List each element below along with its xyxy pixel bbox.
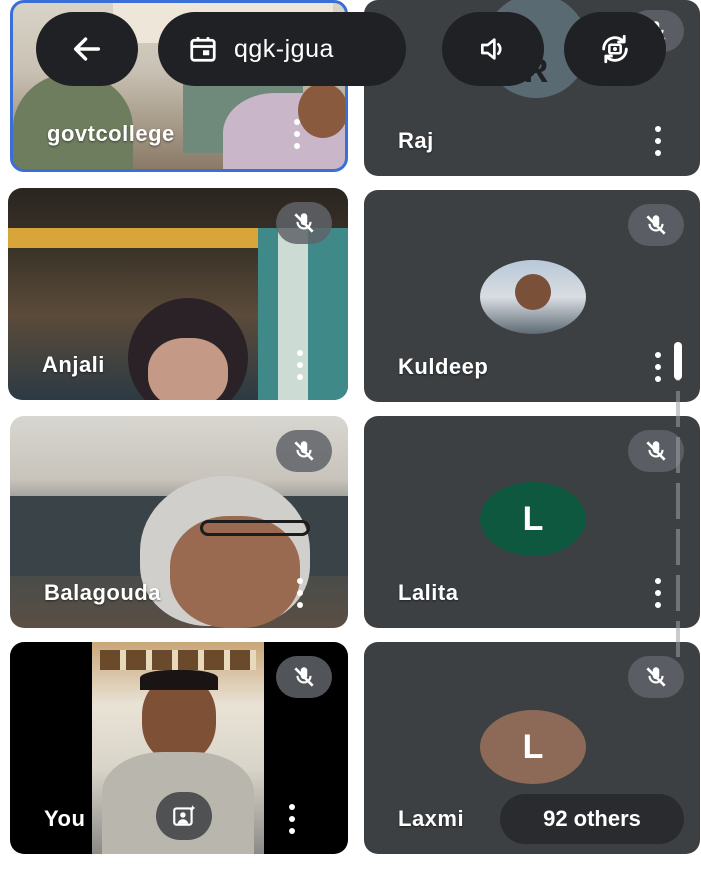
more-options-icon[interactable] [291, 119, 303, 149]
avatar-letter: L [522, 727, 544, 766]
avatar: L [480, 482, 586, 556]
avatar [480, 260, 586, 334]
mic-off-icon [276, 656, 332, 698]
more-options-icon[interactable] [652, 352, 664, 382]
participant-name: Raj [398, 128, 434, 153]
participant-name: Laxmi [398, 806, 465, 831]
tile-kuldeep[interactable]: Kuldeep [364, 190, 700, 402]
avatar-letter: L [522, 499, 544, 538]
meet-stage: govtcollege R Raj Anjali [0, 0, 701, 871]
participant-name: Balagouda [44, 580, 161, 605]
participant-name: govtcollege [47, 121, 175, 146]
more-options-icon[interactable] [294, 578, 306, 608]
scrollbar-track[interactable] [676, 345, 680, 665]
arrow-left-icon [73, 37, 101, 61]
more-options-icon[interactable] [294, 350, 306, 380]
meeting-code: qgk-jgua [234, 34, 334, 63]
participant-name: Lalita [398, 580, 459, 605]
tile-lalita[interactable]: L Lalita [364, 416, 700, 628]
meeting-info-button[interactable]: qgk-jgua [158, 12, 406, 86]
tile-self[interactable]: You [10, 642, 348, 854]
more-options-icon[interactable] [652, 126, 664, 156]
avatar: L [480, 710, 586, 784]
calendar-icon [190, 37, 216, 62]
effects-button[interactable] [156, 792, 212, 840]
tile-balagouda[interactable]: Balagouda [10, 416, 348, 628]
speaker-icon [481, 38, 502, 60]
mic-off-icon [276, 202, 332, 244]
participant-name: You [44, 806, 86, 831]
mic-off-icon [276, 430, 332, 472]
participant-name: Anjali [42, 352, 105, 377]
more-options-icon[interactable] [652, 578, 664, 608]
more-options-icon[interactable] [286, 804, 298, 834]
scrollbar-thumb[interactable] [674, 342, 682, 380]
effects-icon [173, 805, 196, 826]
tile-anjali[interactable]: Anjali [8, 188, 348, 400]
camera-flip-icon [602, 34, 628, 64]
mic-off-icon [628, 204, 684, 246]
switch-camera-button[interactable] [564, 12, 666, 86]
participant-name: Kuldeep [398, 354, 489, 379]
back-button[interactable] [36, 12, 138, 86]
speaker-button[interactable] [442, 12, 544, 86]
others-count-button[interactable]: 92 others [500, 794, 684, 844]
